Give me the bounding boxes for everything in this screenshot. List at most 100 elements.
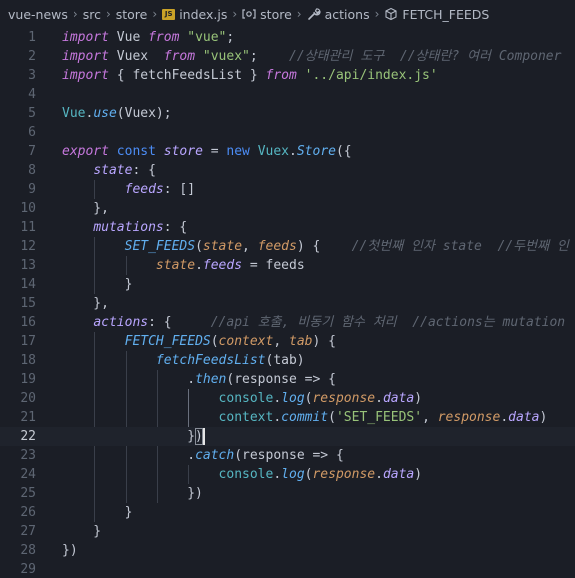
code-line[interactable]: 20 console.log(response.data) — [0, 389, 575, 408]
code-token: , — [273, 334, 289, 349]
breadcrumb-item[interactable]: store — [116, 7, 148, 22]
code-token: : { — [148, 315, 211, 330]
code-line[interactable]: 21 context.commit('SET_FEEDS', response.… — [0, 408, 575, 427]
code-line[interactable]: 1 import Vue from "vue"; — [0, 28, 575, 47]
code-line[interactable]: 28}) — [0, 541, 575, 560]
code-line[interactable]: 15 }, — [0, 294, 575, 313]
code-line[interactable]: 11 mutations: { — [0, 218, 575, 237]
js-file-icon: JS — [162, 8, 176, 20]
code-token: response — [437, 410, 501, 425]
code-line[interactable]: 18 fetchFeedsList(tab) — [0, 351, 575, 370]
code-token: = — [202, 144, 227, 159]
code-line[interactable]: 10 }, — [0, 199, 575, 218]
variable-icon — [242, 7, 256, 21]
code-token: "vue" — [187, 30, 227, 45]
code-token: ) { — [312, 334, 336, 349]
code-line[interactable]: 25 }) — [0, 484, 575, 503]
code-text: state.feeds = feeds — [62, 256, 305, 275]
line-number: 5 — [28, 106, 36, 121]
code-token: }, — [62, 296, 109, 311]
code-line[interactable]: 29 — [0, 560, 575, 578]
code-token: ) — [539, 410, 548, 425]
breadcrumb-label: actions — [324, 6, 370, 22]
code-token: SET_FEEDS — [124, 239, 196, 254]
code-editor[interactable]: 1 import Vue from "vue"; 2 import Vuex from… — [0, 28, 575, 578]
code-line[interactable]: 22 }) — [0, 427, 575, 446]
code-text: import { fetchFeedsList } from '../api/i… — [62, 66, 438, 85]
code-line[interactable]: 9 feeds: [] — [0, 180, 575, 199]
code-line[interactable]: 2 import Vuex from "vuex"; //상태관리 도구 //상태… — [0, 47, 575, 66]
code-token: from — [148, 30, 180, 45]
code-line[interactable]: 24 console.log(response.data) — [0, 465, 575, 484]
code-line[interactable]: 26 } — [0, 503, 575, 522]
code-line[interactable]: 6 — [0, 123, 575, 142]
code-line[interactable]: 7 export const store = new Vuex.Store({ — [0, 142, 575, 161]
code-token: { fetchFeedsList } — [108, 68, 266, 83]
breadcrumb-label: src — [82, 6, 101, 22]
code-token: ( — [210, 334, 219, 349]
code-token: //api 호출, 비동기 함수 처리 //actions는 mutation — [210, 315, 566, 330]
breadcrumb-label: store — [115, 6, 148, 22]
code-token: state — [202, 239, 243, 254]
code-line[interactable]: 23 .catch(response => { — [0, 446, 575, 465]
code-text: }) — [62, 541, 78, 560]
code-line[interactable]: 17 FETCH_FEEDS(context, tab) { — [0, 332, 575, 351]
breadcrumb-item[interactable]: JS index.js — [162, 7, 227, 22]
chevron-right-icon: › — [152, 7, 158, 21]
code-token: Vuex — [108, 49, 164, 64]
code-token: from — [163, 49, 196, 64]
code-token: import — [62, 49, 109, 64]
code-text: SET_FEEDS(state, feeds) { //첫번째 인자 state… — [62, 237, 569, 256]
line-number: 3 — [28, 68, 36, 83]
breadcrumb-item[interactable]: store — [242, 7, 292, 22]
code-line[interactable]: 13 state.feeds = feeds — [0, 256, 575, 275]
line-number: 27 — [20, 524, 36, 539]
code-token: }, — [62, 201, 109, 216]
breadcrumb-item[interactable]: FETCH_FEEDS — [384, 7, 489, 22]
line-number: 25 — [20, 486, 36, 501]
code-token: from — [265, 68, 297, 83]
code-line[interactable]: 19 .then(response => { — [0, 370, 575, 389]
code-line[interactable]: 4 — [0, 85, 575, 104]
code-token: FETCH_FEEDS — [124, 334, 211, 349]
code-line[interactable]: 8 state: { — [0, 161, 575, 180]
wrench-icon — [307, 7, 321, 21]
code-line[interactable]: 27 } — [0, 522, 575, 541]
code-token: feeds — [202, 258, 243, 273]
code-token: log — [281, 391, 305, 406]
code-token: } — [62, 524, 102, 539]
text-cursor — [202, 428, 205, 445]
breadcrumb-label: vue-news — [8, 6, 68, 22]
code-token: . — [62, 448, 196, 463]
code-token: context — [218, 334, 274, 349]
code-token: ( — [195, 239, 203, 254]
code-line[interactable]: 16 actions: { //api 호출, 비동기 함수 처리 //acti… — [0, 313, 575, 332]
breadcrumb-item[interactable]: src — [83, 7, 101, 22]
line-number: 21 — [20, 410, 36, 425]
code-token: : { — [132, 163, 156, 178]
breadcrumb-item[interactable]: actions — [307, 7, 370, 22]
line-number: 16 — [20, 315, 36, 330]
code-token: commit — [281, 410, 329, 425]
line-number: 13 — [20, 258, 36, 273]
code-token: ) { — [296, 239, 352, 254]
code-line[interactable]: 3 import { fetchFeedsList } from '../api/… — [0, 66, 575, 85]
code-line[interactable]: 12 SET_FEEDS(state, feeds) { //첫번째 인자 st… — [0, 237, 575, 256]
code-text: export const store = new Vuex.Store({ — [62, 142, 352, 161]
code-token: ; — [226, 30, 235, 45]
code-line[interactable]: 5 Vue.use(Vuex); — [0, 104, 575, 123]
code-line[interactable]: 14 } — [0, 275, 575, 294]
line-number: 24 — [20, 467, 36, 482]
breadcrumb-label: store — [260, 6, 292, 22]
code-token: feeds — [124, 182, 164, 197]
code-token: import — [62, 68, 109, 83]
breadcrumb-item[interactable]: vue-news — [8, 7, 68, 22]
code-token: : [] — [163, 182, 196, 197]
code-token: . — [500, 410, 509, 425]
